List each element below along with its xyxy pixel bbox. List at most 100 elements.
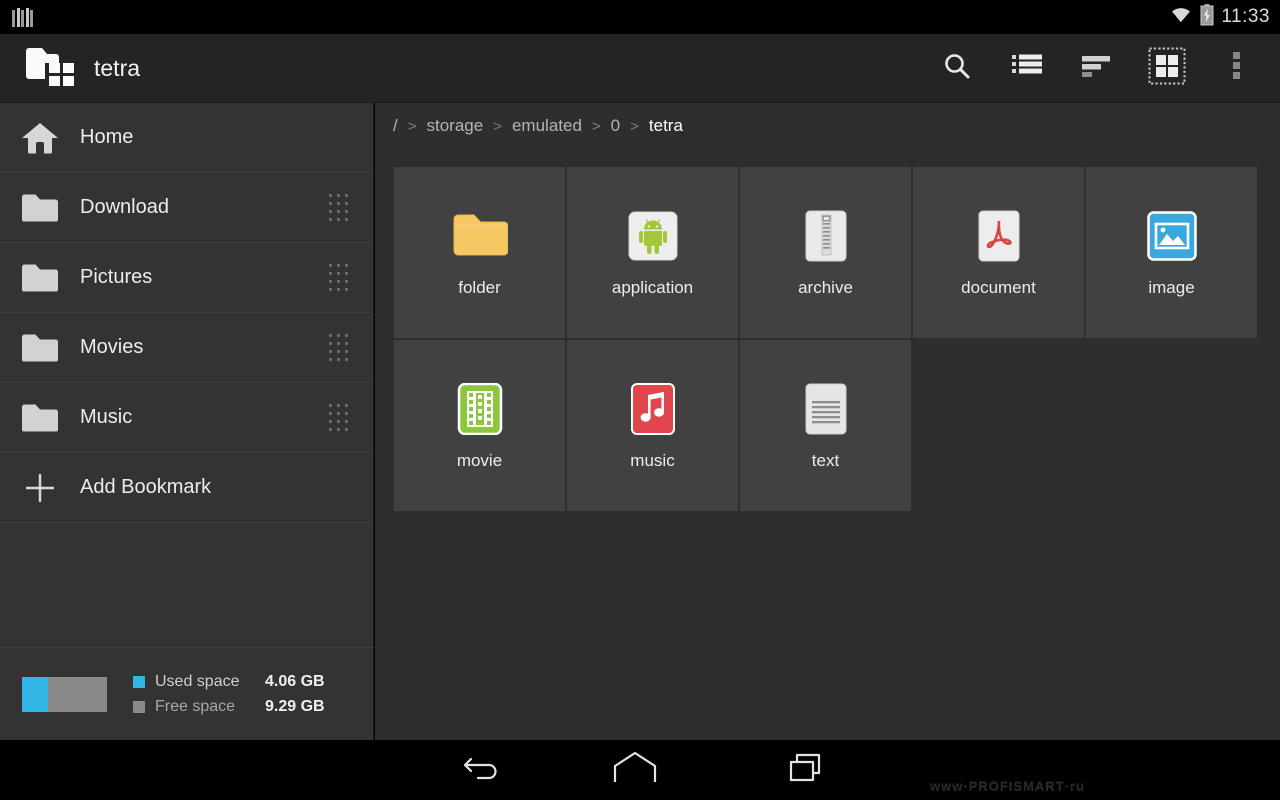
notification-bars-icon — [12, 7, 33, 27]
action-bar-actions — [922, 34, 1272, 103]
sidebar-item-movies[interactable]: Movies — [0, 313, 373, 383]
file-grid: folder application archive document imag… — [394, 167, 1261, 511]
folder-icon — [0, 403, 80, 433]
home-nav-icon — [612, 751, 658, 790]
grid-view-icon — [1148, 47, 1186, 90]
folder-icon — [0, 333, 80, 363]
zip-archive-icon — [798, 208, 854, 264]
action-bar: tetra — [0, 34, 1280, 103]
sidebar-item-home[interactable]: Home — [0, 103, 373, 173]
sidebar-item-label: Movies — [80, 336, 144, 358]
nav-back-button[interactable] — [422, 740, 542, 800]
breadcrumb-separator-icon: > — [493, 117, 502, 135]
storage-used-row: Used space 4.06 GB — [133, 669, 325, 694]
app-brand[interactable]: tetra — [0, 45, 140, 92]
breadcrumb: / > storage > emulated > 0 > tetra — [375, 103, 1280, 150]
file-tile-label: application — [611, 278, 694, 297]
used-space-value: 4.06 GB — [265, 672, 325, 690]
breadcrumb-segment[interactable]: / — [389, 116, 402, 136]
file-tile[interactable]: text — [740, 340, 911, 511]
site-watermark: www·PROFISMART·ru — [930, 779, 1085, 794]
sidebar-item-pictures[interactable]: Pictures — [0, 243, 373, 313]
breadcrumb-separator-icon: > — [591, 117, 601, 135]
used-space-chip-icon — [133, 675, 145, 688]
search-button[interactable] — [922, 34, 992, 103]
storage-usage-bar — [22, 676, 107, 712]
sidebar-item-label: Home — [80, 126, 134, 148]
recents-icon — [786, 751, 828, 790]
navigation-bar: www·PROFISMART·ru — [374, 740, 1280, 800]
folder-icon — [0, 263, 80, 293]
android-apk-icon — [625, 208, 681, 264]
file-tile-label: folder — [458, 278, 501, 297]
breadcrumb-separator-icon: > — [630, 117, 639, 135]
drag-handle[interactable] — [329, 333, 349, 362]
audio-file-icon — [625, 381, 681, 437]
status-bar-clock: 11:33 — [1221, 6, 1270, 27]
nav-home-button[interactable] — [542, 740, 727, 800]
app-logo-folder-grid-icon — [24, 45, 80, 92]
sidebar-item-music[interactable]: Music — [0, 383, 373, 453]
sidebar-item-label: Music — [80, 406, 133, 428]
storage-panel: Used space 4.06 GB Free space 9.29 GB — [0, 647, 374, 740]
storage-free-row: Free space 9.29 GB — [133, 694, 325, 719]
status-bar-right: 11:33 — [1169, 0, 1270, 34]
screen-root: 11:33 tetra Home Download Pictures Movie… — [0, 0, 1280, 800]
search-icon — [942, 51, 972, 86]
sidebar-item-add-bookmark[interactable]: Add Bookmark — [0, 453, 373, 523]
video-file-icon — [452, 381, 508, 437]
sidebar-item-download[interactable]: Download — [0, 173, 373, 243]
file-grid-wrapper: folder application archive document imag… — [375, 150, 1280, 511]
battery-charging-icon — [1200, 3, 1214, 31]
back-icon — [462, 753, 502, 788]
breadcrumb-separator-icon: > — [407, 117, 417, 135]
image-file-icon — [1144, 208, 1200, 264]
file-tile[interactable]: folder — [394, 167, 565, 338]
nav-recents-button[interactable] — [727, 740, 887, 800]
file-tile-label: movie — [456, 451, 503, 470]
file-tile[interactable]: music — [567, 340, 738, 511]
file-tile[interactable]: application — [567, 167, 738, 338]
sort-icon — [1081, 54, 1113, 83]
file-tile-label: text — [811, 451, 840, 470]
file-tile[interactable]: movie — [394, 340, 565, 511]
status-bar-left — [0, 7, 33, 27]
sidebar-item-label: Download — [80, 196, 169, 218]
sidebar-item-label: Add Bookmark — [80, 476, 212, 498]
drag-handle[interactable] — [329, 263, 349, 292]
overflow-menu-button[interactable] — [1202, 34, 1272, 103]
pdf-document-icon — [971, 208, 1027, 264]
storage-used-segment — [22, 676, 48, 712]
sort-button[interactable] — [1062, 34, 1132, 103]
free-space-chip-icon — [133, 700, 145, 713]
plus-icon — [0, 468, 80, 508]
list-view-button[interactable] — [992, 34, 1062, 103]
drag-handle[interactable] — [329, 193, 349, 222]
free-space-label: Free space — [155, 697, 236, 715]
content-area: / > storage > emulated > 0 > tetra folde… — [375, 103, 1280, 740]
grid-view-button[interactable] — [1132, 34, 1202, 103]
file-tile-label: document — [961, 278, 1036, 297]
breadcrumb-segment[interactable]: storage — [423, 116, 488, 136]
breadcrumb-segment[interactable]: 0 — [607, 116, 624, 136]
drag-handle[interactable] — [329, 403, 349, 432]
file-tile[interactable]: archive — [740, 167, 911, 338]
app-title: tetra — [94, 54, 141, 81]
file-tile-label: music — [630, 451, 675, 470]
text-file-icon — [798, 381, 854, 437]
navbar-left-filler — [0, 740, 374, 800]
used-space-label: Used space — [155, 672, 240, 690]
sidebar-item-label: Pictures — [80, 266, 153, 288]
overflow-menu-icon — [1233, 51, 1241, 86]
sidebar: Home Download Pictures Movies Music Add … — [0, 103, 374, 740]
file-tile[interactable]: image — [1086, 167, 1257, 338]
breadcrumb-segment[interactable]: emulated — [508, 116, 586, 136]
breadcrumb-segment-current[interactable]: tetra — [645, 116, 687, 136]
folder-icon — [452, 208, 508, 264]
list-view-icon — [1012, 53, 1042, 84]
storage-legend: Used space 4.06 GB Free space 9.29 GB — [133, 669, 325, 719]
folder-icon — [0, 193, 80, 223]
home-icon — [0, 121, 80, 155]
file-tile[interactable]: document — [913, 167, 1084, 338]
wifi-icon — [1169, 5, 1193, 29]
